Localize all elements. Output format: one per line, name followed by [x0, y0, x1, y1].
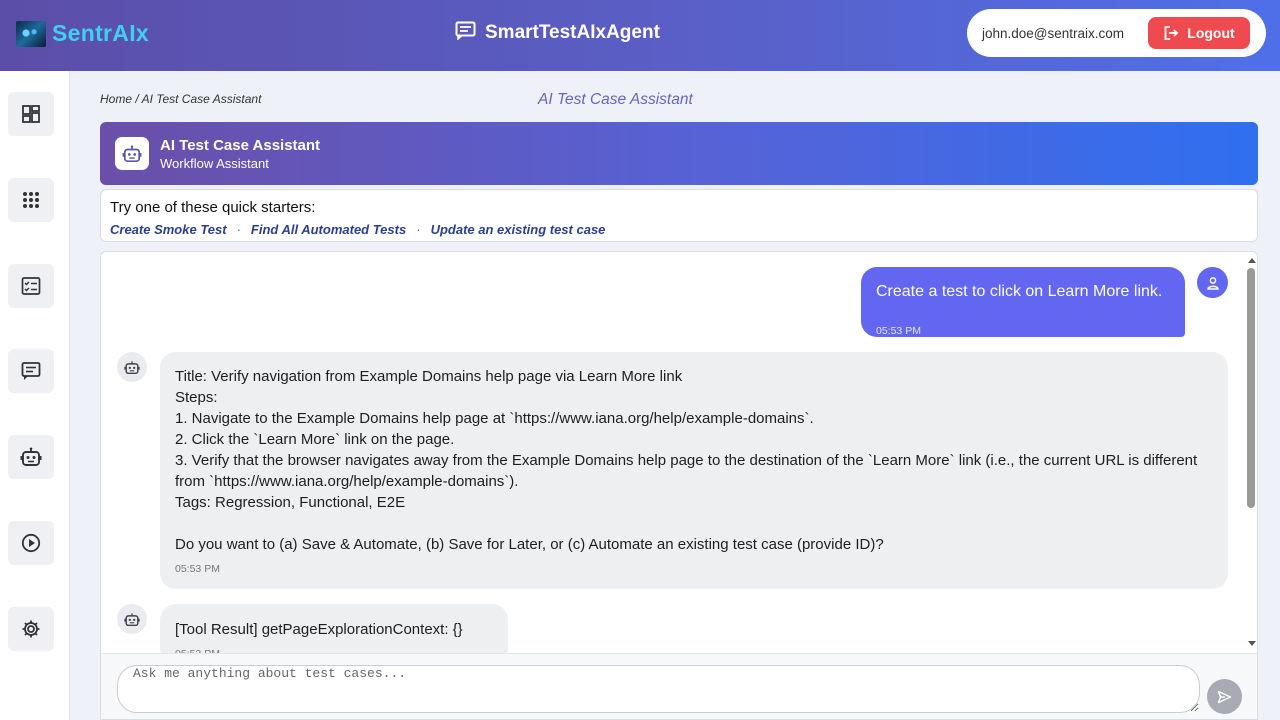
message-line: [175, 513, 1212, 534]
logout-label: Logout: [1187, 25, 1235, 41]
chat-input[interactable]: [117, 665, 1200, 713]
bot-message: Title: Verify navigation from Example Do…: [160, 352, 1228, 589]
user-pill: john.doe@sentraix.com Logout: [967, 9, 1266, 57]
app-title-text: SmartTestAIxAgent: [485, 22, 660, 43]
send-icon: [1217, 690, 1232, 703]
sidebar-item-run[interactable]: [8, 521, 54, 565]
page-subtitle: AI Test Case Assistant: [538, 91, 693, 108]
starter-update-test-case[interactable]: Update an existing test case: [431, 222, 606, 237]
chat-icon: [21, 362, 41, 380]
message-line: 3. Verify that the browser navigates awa…: [175, 452, 1202, 490]
settings-gear-icon: [22, 620, 40, 638]
message-line: Do you want to (a) Save & Automate, (b) …: [175, 536, 884, 553]
logout-icon: [1164, 26, 1179, 40]
sidebar-item-settings[interactable]: [8, 607, 54, 651]
sidebar-item-test-cases[interactable]: [8, 264, 54, 308]
message-line: Title: Verify navigation from Example Do…: [175, 368, 683, 385]
user-message: Create a test to click on Learn More lin…: [861, 267, 1185, 337]
chat-input-area: [101, 653, 1257, 719]
quick-starter-links: Create Smoke Test · Find All Automated T…: [110, 222, 605, 237]
quick-starters: Try one of these quick starters: Create …: [100, 189, 1258, 242]
chat-icon: [455, 21, 476, 45]
scroll-thumb[interactable]: [1247, 268, 1255, 508]
user-email: john.doe@sentraix.com: [982, 25, 1125, 41]
sidebar-item-apps[interactable]: [8, 178, 54, 222]
play-circle-icon: [21, 533, 41, 553]
dashboard-icon: [22, 105, 40, 123]
checklist-icon: [21, 277, 41, 295]
starter-find-automated-tests[interactable]: Find All Automated Tests: [251, 222, 406, 237]
user-avatar-icon: [1197, 267, 1228, 298]
chat-panel[interactable]: Create a test to click on Learn More lin…: [100, 251, 1258, 720]
starter-separator: ·: [416, 222, 421, 237]
quick-starters-title: Try one of these quick starters:: [110, 199, 316, 216]
message-line: Tags: Regression, Functional, E2E: [175, 494, 406, 511]
app-title: SmartTestAIxAgent: [455, 21, 660, 45]
scroll-up-icon[interactable]: [1248, 258, 1256, 263]
apps-grid-icon: [23, 192, 39, 208]
message-time: 05:53 PM: [876, 325, 921, 337]
scroll-down-icon[interactable]: [1248, 641, 1256, 646]
starter-create-smoke-test[interactable]: Create Smoke Test: [110, 222, 227, 237]
robot-icon: [115, 137, 149, 170]
message-line: [Tool Result] getPageExplorationContext:…: [175, 621, 463, 638]
logo-image: [16, 20, 46, 47]
bot-avatar-icon: [117, 352, 147, 382]
robot-icon: [20, 447, 42, 466]
breadcrumb[interactable]: Home / AI Test Case Assistant: [100, 92, 261, 106]
assistant-header: AI Test Case Assistant Workflow Assistan…: [100, 122, 1258, 185]
message-line: 2. Click the `Learn More` link on the pa…: [175, 431, 455, 448]
top-header: SentrAIx SmartTestAIxAgent john.doe@sent…: [0, 0, 1280, 71]
starter-separator: ·: [236, 222, 241, 237]
logo[interactable]: SentrAIx: [16, 20, 149, 47]
logo-text: SentrAIx: [52, 20, 149, 46]
bot-avatar-icon: [117, 604, 147, 634]
message-line: Steps:: [175, 389, 218, 406]
chat-scrollbar[interactable]: [1244, 252, 1257, 653]
sidebar-item-chat[interactable]: [8, 349, 54, 393]
assistant-subtitle: Workflow Assistant: [160, 156, 269, 171]
send-button[interactable]: [1207, 679, 1242, 714]
assistant-title: AI Test Case Assistant: [160, 137, 321, 154]
message-time: 05:53 PM: [175, 563, 220, 575]
logout-button[interactable]: Logout: [1148, 17, 1250, 49]
sidebar-item-ai-assistant[interactable]: [8, 435, 54, 479]
sidebar: [0, 71, 70, 720]
sidebar-item-dashboard[interactable]: [8, 92, 54, 136]
message-line: 1. Navigate to the Example Domains help …: [175, 410, 814, 427]
message-text: Create a test to click on Learn More lin…: [876, 283, 1163, 300]
